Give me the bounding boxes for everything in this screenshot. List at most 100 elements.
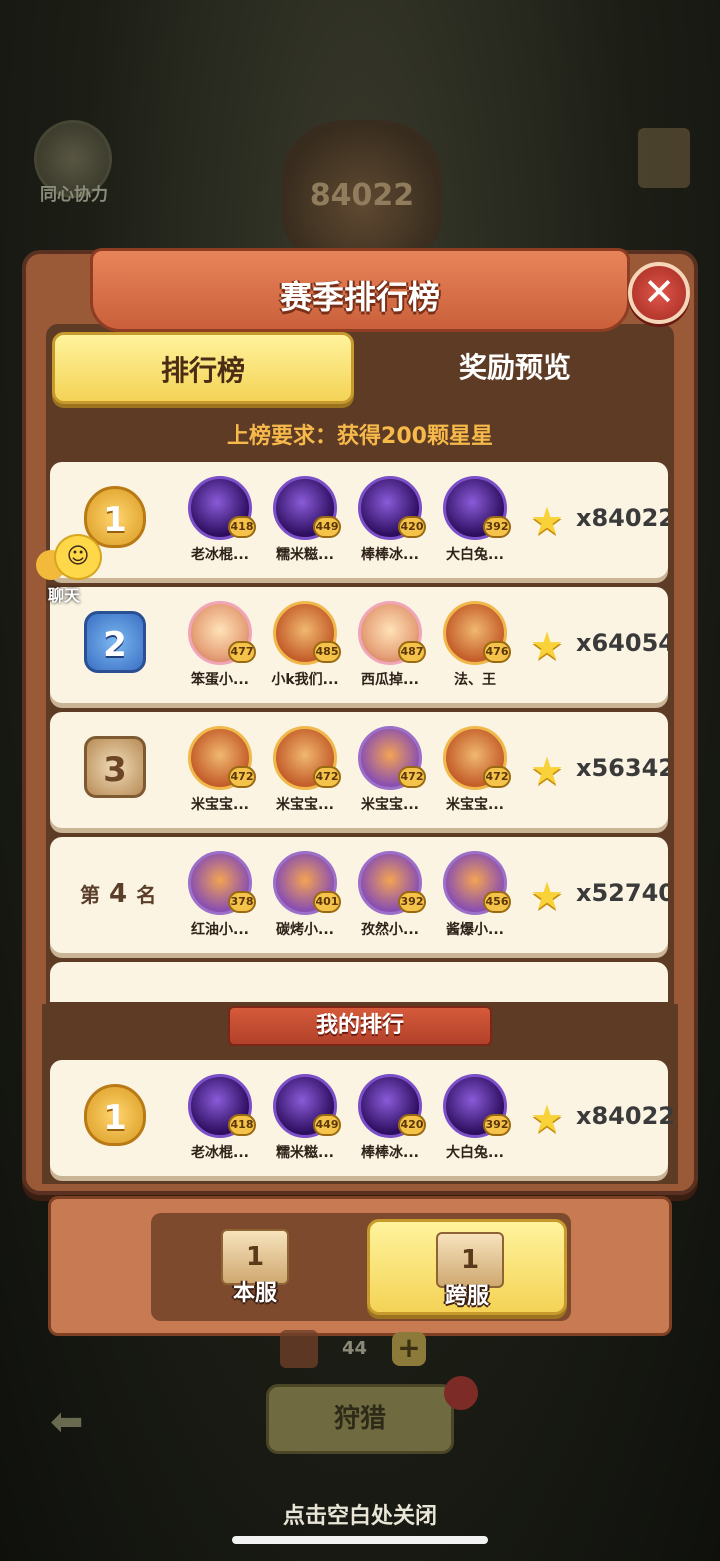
level-badge: 420 [398, 516, 426, 538]
member-name: 糯米糍... [276, 1145, 334, 1161]
member-list: 472 米宝宝... 472 米宝宝... 472 米宝宝... 472 米宝宝... [180, 726, 520, 818]
badge-value: 84022 [309, 178, 415, 213]
member-card[interactable]: 472 米宝宝... [350, 726, 430, 818]
ranking-row[interactable]: 第 4 名 378 红油小... 401 碳烤小... 392 孜然小... 456 酱爆小..… [50, 837, 668, 953]
close-hint[interactable]: 点击空白处关闭 [0, 1498, 720, 1530]
rank-medal-icon: 2 [84, 611, 146, 673]
score-value: x84022 [576, 504, 668, 532]
rank-slot: 2 [70, 607, 160, 683]
member-card[interactable]: 449 糯米糍... [265, 1074, 345, 1166]
member-card[interactable]: 418 老冰棍... [180, 1074, 260, 1166]
member-card[interactable]: 472 米宝宝... [435, 726, 515, 818]
ranking-row[interactable]: 2 477 笨蛋小... 485 小k我们... 487 西瓜掉... 476 法、王 ★ x640… [50, 587, 668, 703]
level-badge: 449 [313, 516, 341, 538]
dialog-title: 赛季排行榜 [279, 278, 440, 316]
close-icon: ✕ [643, 270, 675, 314]
member-name: 米宝宝... [276, 797, 334, 813]
star-score: ★ x84022 [530, 1097, 675, 1141]
score-value: x56342 [576, 754, 668, 782]
member-card[interactable]: 420 棒棒冰... [350, 476, 430, 568]
member-card[interactable]: 449 糯米糍... [265, 476, 345, 568]
level-badge: 401 [313, 891, 341, 913]
star-icon: ★ [530, 1097, 565, 1141]
score-value: x52740 [576, 879, 668, 907]
member-card[interactable]: 378 红油小... [180, 851, 260, 943]
member-card[interactable]: 392 孜然小... [350, 851, 430, 943]
season-badge: 84022 [282, 120, 442, 260]
member-list: 477 笨蛋小... 485 小k我们... 487 西瓜掉... 476 法、王 [180, 601, 520, 693]
member-name: 酱爆小... [446, 922, 504, 938]
member-card[interactable]: 392 大白兔... [435, 1074, 515, 1166]
rank-slot: 3 [70, 732, 160, 808]
tab-bar: 排行榜 奖励预览 [52, 332, 668, 408]
member-name: 米宝宝... [446, 797, 504, 813]
member-card[interactable]: 392 大白兔... [435, 476, 515, 568]
rank-medal-icon: 1 [84, 1084, 146, 1146]
ranking-row-partial[interactable] [50, 962, 668, 1002]
member-card[interactable]: 472 米宝宝... [180, 726, 260, 818]
requirement-text: 上榜要求：获得200颗星星 [227, 424, 493, 449]
local-server-label: 本服 [232, 1281, 277, 1306]
level-badge: 449 [313, 1114, 341, 1136]
add-button[interactable]: + [392, 1332, 426, 1366]
member-list: 418 老冰棍... 449 糯米糍... 420 棒棒冰... 392 大白兔... [180, 1074, 520, 1166]
level-badge: 392 [483, 516, 511, 538]
home-indicator[interactable] [232, 1536, 488, 1544]
tab-leaderboard[interactable]: 排行榜 [52, 332, 354, 404]
level-badge: 476 [483, 641, 511, 663]
level-badge: 472 [228, 766, 256, 788]
member-card[interactable]: 401 碳烤小... [265, 851, 345, 943]
cross-server-button[interactable]: 1 跨服 [367, 1219, 567, 1315]
star-icon: ★ [530, 499, 565, 543]
member-name: 大白兔... [446, 547, 504, 563]
member-name: 老冰棍... [191, 547, 249, 563]
scroll-icon [638, 128, 690, 188]
member-name: 棒棒冰... [361, 1145, 419, 1161]
member-card[interactable]: 418 老冰棍... [180, 476, 260, 568]
member-card[interactable]: 420 棒棒冰... [350, 1074, 430, 1166]
rank-label: 第 4 名 [80, 879, 157, 909]
cross-server-label: 跨服 [444, 1284, 489, 1309]
member-card[interactable]: 472 米宝宝... [265, 726, 345, 818]
bell-icon[interactable] [444, 1376, 478, 1410]
member-name: 西瓜掉... [361, 672, 419, 688]
level-badge: 485 [313, 641, 341, 663]
back-arrow-icon[interactable]: ⬅ [50, 1402, 102, 1442]
rank-medal-icon: 3 [84, 736, 146, 798]
ranking-row[interactable]: 3 472 米宝宝... 472 米宝宝... 472 米宝宝... 472 米宝宝... ★ x5… [50, 712, 668, 828]
member-card[interactable]: 487 西瓜掉... [350, 601, 430, 693]
member-name: 米宝宝... [191, 797, 249, 813]
chat-button[interactable]: ☺ 聊天 [30, 534, 110, 605]
close-button[interactable]: ✕ [628, 262, 690, 324]
level-badge: 477 [228, 641, 256, 663]
level-badge: 392 [483, 1114, 511, 1136]
member-name: 米宝宝... [361, 797, 419, 813]
level-badge: 456 [483, 891, 511, 913]
star-icon: ★ [530, 874, 565, 918]
member-card[interactable]: 485 小k我们... [265, 601, 345, 693]
star-score: ★ x56342 [530, 749, 668, 793]
level-badge: 392 [398, 891, 426, 913]
member-name: 法、王 [454, 672, 496, 688]
score-value: x84022 [576, 1102, 675, 1130]
level-badge: 420 [398, 1114, 426, 1136]
score-value: x64054 [576, 629, 668, 657]
member-card[interactable]: 477 笨蛋小... [180, 601, 260, 693]
local-server-button[interactable]: 1 本服 [155, 1219, 355, 1315]
member-card[interactable]: 456 酱爆小... [435, 851, 515, 943]
star-score: ★ x84022 [530, 499, 668, 543]
star-score: ★ x64054 [530, 624, 668, 668]
my-rank-row[interactable]: 1 418 老冰棍... 449 糯米糍... 420 棒棒冰... 392 大白兔... ★ x8… [50, 1060, 675, 1176]
level-badge: 472 [398, 766, 426, 788]
ranking-row[interactable]: 1 418 老冰棍... 449 糯米糍... 420 棒棒冰... 392 大白兔... ★ x8… [50, 462, 668, 578]
hunt-button[interactable]: 狩猎 [266, 1384, 454, 1454]
level-badge: 378 [228, 891, 256, 913]
member-name: 孜然小... [361, 922, 419, 938]
member-name: 棒棒冰... [361, 547, 419, 563]
tab-rewards-preview[interactable]: 奖励预览 [364, 332, 666, 404]
ranking-list[interactable]: 1 418 老冰棍... 449 糯米糍... 420 棒棒冰... 392 大白兔... ★ x8… [50, 462, 668, 1002]
member-card[interactable]: 476 法、王 [435, 601, 515, 693]
star-icon: ★ [530, 624, 565, 668]
member-name: 老冰棍... [191, 1145, 249, 1161]
star-icon: ★ [530, 749, 565, 793]
